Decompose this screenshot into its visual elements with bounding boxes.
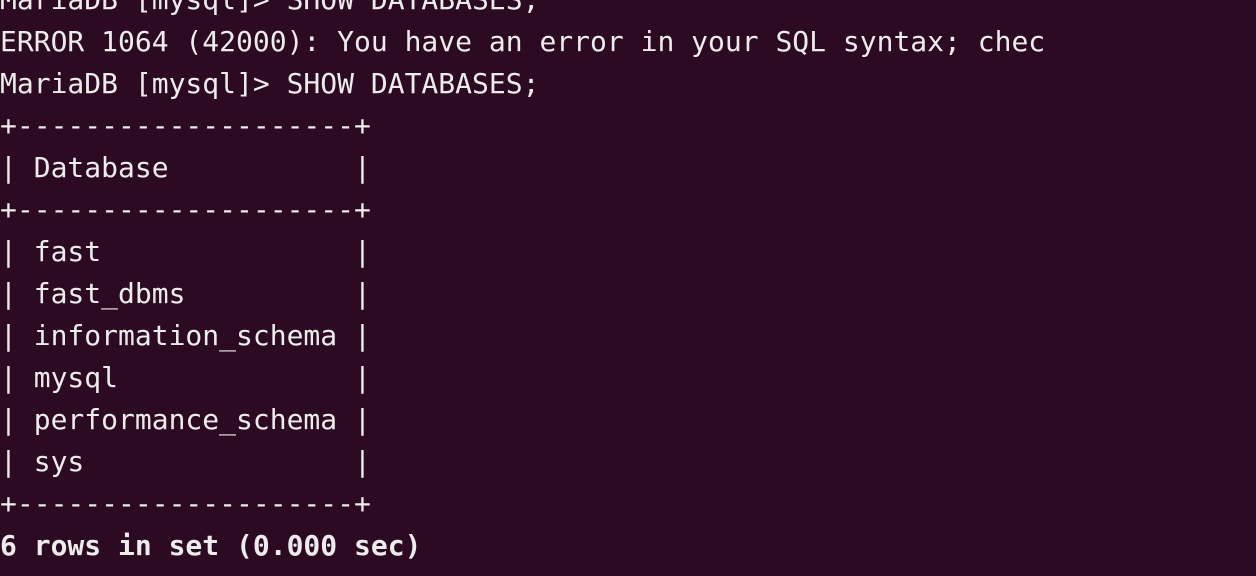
terminal-output: MariaDB [mysql]> SHOW DATABASES; ERROR 1… xyxy=(0,0,1045,567)
prompt-line: MariaDB [mysql]> SHOW DATABASES; xyxy=(0,67,540,100)
table-border-top: +--------------------+ xyxy=(0,109,371,142)
table-row: | mysql | xyxy=(0,361,371,394)
table-row: | performance_schema | xyxy=(0,403,371,436)
prompt-line-partial: MariaDB [mysql]> SHOW DATABASES; xyxy=(0,0,1045,21)
table-row: | information_schema | xyxy=(0,319,371,352)
error-line: ERROR 1064 (42000): You have an error in… xyxy=(0,25,1046,58)
terminal-window[interactable]: MariaDB [mysql]> SHOW DATABASES; ERROR 1… xyxy=(0,0,1256,576)
result-summary: 6 rows in set (0.000 sec) xyxy=(0,529,422,562)
table-border-mid: +--------------------+ xyxy=(0,193,371,226)
table-border-bottom: +--------------------+ xyxy=(0,487,371,520)
table-header: | Database | xyxy=(0,151,371,184)
table-row: | fast | xyxy=(0,235,371,268)
table-row: | fast_dbms | xyxy=(0,277,371,310)
table-row: | sys | xyxy=(0,445,371,478)
